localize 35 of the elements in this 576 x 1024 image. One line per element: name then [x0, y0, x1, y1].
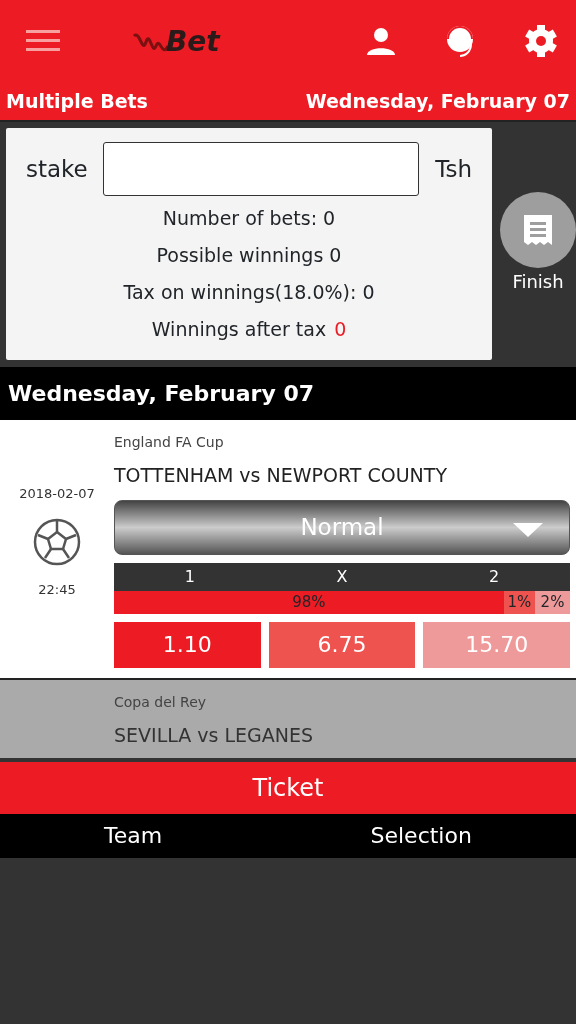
match-teams: TOTTENHAM vs NEWPORT COUNTY	[114, 463, 448, 488]
summary-text: Number of bets: 0	[161, 206, 337, 231]
winnings-value: 0	[334, 317, 347, 342]
summary-text: Winnings after tax	[151, 317, 327, 342]
stake-input-field[interactable]	[103, 142, 420, 196]
receipt-icon	[524, 215, 552, 245]
match-date: 2018-02-07	[19, 485, 95, 503]
odds-button[interactable]: 1.10	[114, 621, 261, 668]
date-label: Wednesday, February 07	[305, 88, 570, 114]
competition-label: Copa del Rey	[114, 692, 208, 712]
summary-text: Tax on winnings(18.0%): 0	[122, 280, 376, 305]
user-icon[interactable]	[366, 26, 396, 56]
column-header: Team	[103, 822, 164, 850]
caret-icon	[513, 522, 543, 537]
menu-icon[interactable]	[26, 29, 60, 53]
odds-button[interactable]: 6.75	[268, 621, 416, 668]
match-time: 22:45	[38, 580, 76, 599]
percentage-bar: 2%	[535, 590, 570, 614]
stake-label: stake	[26, 154, 88, 184]
finish-label[interactable]: Finish	[512, 268, 564, 295]
outcome-label: X	[335, 565, 349, 588]
day-header: Wednesday, February 07	[0, 367, 576, 420]
logo: Bet	[108, 26, 220, 56]
page-title: Multiple Bets	[6, 88, 148, 114]
percentage-bar: 98%	[114, 590, 504, 614]
competition-label: England FA Cup	[114, 433, 225, 452]
football-icon	[33, 517, 81, 566]
outcome-label: 2	[488, 565, 501, 588]
currency-label: Tsh	[435, 154, 472, 184]
match-teams: SEVILLA vs LEGANES	[114, 722, 315, 748]
outcome-label: 1	[183, 565, 196, 588]
summary-text: Possible winnings 0	[155, 243, 343, 268]
settings-icon[interactable]	[524, 24, 558, 58]
ticket-button[interactable]: Ticket	[0, 761, 576, 814]
column-header: Selection	[369, 822, 473, 850]
